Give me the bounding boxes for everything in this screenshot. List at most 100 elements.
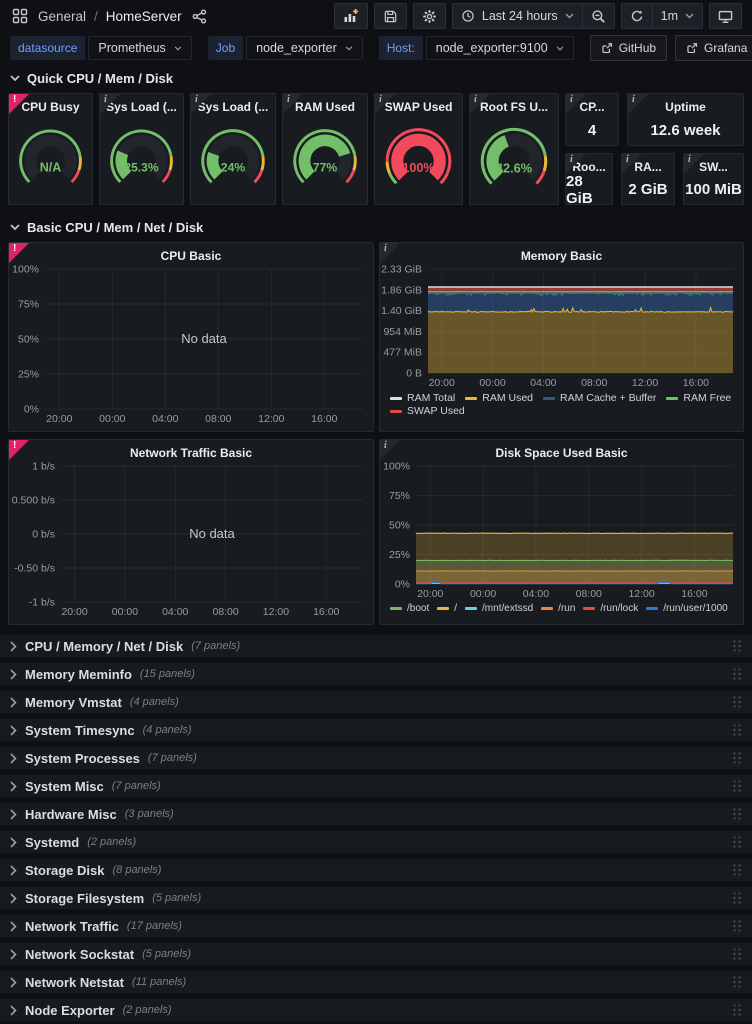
share-icon[interactable] bbox=[190, 7, 209, 26]
panel-error-indicator[interactable]: ! bbox=[9, 94, 31, 116]
panel-info-icon[interactable]: i bbox=[380, 440, 402, 462]
legend-item[interactable]: /run/user/1000 bbox=[646, 603, 728, 614]
row-drag-handle[interactable] bbox=[732, 723, 742, 737]
add-panel-button[interactable] bbox=[333, 3, 368, 29]
row-drag-handle[interactable] bbox=[732, 751, 742, 765]
legend-item[interactable]: SWAP Used bbox=[390, 405, 465, 417]
panel-info-icon[interactable]: i bbox=[380, 243, 402, 265]
refresh-button[interactable] bbox=[620, 3, 653, 29]
panel-info-icon[interactable]: i bbox=[375, 94, 397, 116]
row-drag-handle[interactable] bbox=[732, 779, 742, 793]
legend-item[interactable]: /run/lock bbox=[583, 603, 638, 614]
gauge-value: 100% bbox=[402, 161, 434, 175]
stat-panel: i RA... 2 GiB bbox=[621, 152, 675, 205]
row-drag-handle[interactable] bbox=[732, 807, 742, 821]
datasource-picker[interactable]: Prometheus bbox=[88, 36, 192, 60]
breadcrumb-title[interactable]: HomeServer bbox=[106, 9, 182, 24]
dashboard-row-collapsed[interactable]: Network Netstat (11 panels) bbox=[0, 971, 752, 993]
dashboard-row-collapsed[interactable]: Memory Vmstat (4 panels) bbox=[0, 691, 752, 713]
panel-error-indicator[interactable]: ! bbox=[9, 243, 31, 265]
panel-info-icon[interactable]: i bbox=[566, 94, 588, 116]
chart-plot[interactable]: -1 b/s -0.50 b/s 0 b/s 0.500 b/s 1 b/s 20:00 0… bbox=[9, 460, 373, 620]
chart-plot[interactable]: 0% 25% 50% 75% 100% 20:00 00:00 04:00 08:00 12:00… bbox=[380, 460, 743, 602]
time-range-picker[interactable]: Last 24 hours bbox=[451, 3, 583, 29]
variables-bar: datasource Prometheus Job node_exporter … bbox=[0, 32, 752, 64]
panel-title[interactable]: CPU Basic bbox=[9, 243, 373, 263]
row-title: Storage Disk bbox=[25, 862, 105, 878]
x-axis-label: 00:00 bbox=[99, 413, 125, 425]
apps-grid-icon[interactable] bbox=[10, 6, 30, 26]
legend-item[interactable]: /boot bbox=[390, 603, 429, 614]
dashboard-row-collapsed[interactable]: Hardware Misc (3 panels) bbox=[0, 803, 752, 825]
dashboard-row-collapsed[interactable]: CPU / Memory / Net / Disk (7 panels) bbox=[0, 635, 752, 657]
drag-dots-icon bbox=[733, 808, 741, 820]
row-drag-handle[interactable] bbox=[732, 947, 742, 961]
chart-plot[interactable]: 0% 25% 50% 75% 100% 20:00 00:00 04:00 08:00 12:00… bbox=[9, 263, 373, 427]
panel-info-icon[interactable]: i bbox=[191, 94, 213, 116]
legend-item[interactable]: RAM Used bbox=[465, 392, 533, 404]
panel-info-icon[interactable]: i bbox=[283, 94, 305, 116]
dashboard-row-collapsed[interactable]: System Processes (7 panels) bbox=[0, 747, 752, 769]
panel-title[interactable]: Disk Space Used Basic bbox=[380, 440, 743, 460]
row-drag-handle[interactable] bbox=[732, 1003, 742, 1017]
host-picker[interactable]: node_exporter:9100 bbox=[425, 36, 574, 60]
row-drag-handle[interactable] bbox=[732, 919, 742, 933]
legend-item[interactable]: /run bbox=[541, 603, 575, 614]
refresh-interval-picker[interactable]: 1m bbox=[652, 3, 703, 29]
dashboard-settings-button[interactable] bbox=[412, 3, 446, 29]
legend-item[interactable]: RAM Cache + Buffer bbox=[543, 392, 656, 404]
job-picker[interactable]: node_exporter bbox=[246, 36, 363, 60]
dashboard-row-collapsed[interactable]: Storage Disk (8 panels) bbox=[0, 859, 752, 881]
legend-item[interactable]: /mnt/extssd bbox=[465, 603, 533, 614]
row-drag-handle[interactable] bbox=[732, 639, 742, 653]
panel-info-icon[interactable]: i bbox=[100, 94, 122, 116]
legend-item[interactable]: / bbox=[437, 603, 457, 614]
y-axis-label: 75% bbox=[389, 490, 410, 502]
legend-item[interactable]: RAM Free bbox=[666, 392, 731, 404]
legend-item[interactable]: RAM Total bbox=[390, 392, 455, 404]
breadcrumb-section[interactable]: General bbox=[38, 9, 86, 24]
y-axis-label: 1 b/s bbox=[32, 461, 55, 473]
dashboard-row-collapsed[interactable]: Network Traffic (17 panels) bbox=[0, 915, 752, 937]
row-drag-handle[interactable] bbox=[732, 863, 742, 877]
grafana-link-button[interactable]: Grafana bbox=[675, 35, 752, 61]
panel-info-icon[interactable]: i bbox=[684, 153, 706, 176]
x-axis-label: 20:00 bbox=[46, 413, 72, 425]
chart-plot[interactable]: 0 B 477 MiB 954 MiB 1.40 GiB 1.86 GiB 2.33 Gi… bbox=[380, 263, 743, 391]
panel-info-icon[interactable]: i bbox=[628, 94, 650, 116]
legend-label: SWAP Used bbox=[407, 405, 465, 417]
kiosk-mode-button[interactable] bbox=[709, 3, 742, 29]
gauge-panel: i SWAP Used 100% bbox=[374, 93, 463, 205]
zoom-out-time-button[interactable] bbox=[582, 3, 615, 29]
row-drag-handle[interactable] bbox=[732, 975, 742, 989]
dashboard-row-collapsed[interactable]: Storage Filesystem (5 panels) bbox=[0, 887, 752, 909]
dashboard-row-collapsed[interactable]: Network Sockstat (5 panels) bbox=[0, 943, 752, 965]
row-drag-handle[interactable] bbox=[732, 667, 742, 681]
panel-title[interactable]: Memory Basic bbox=[380, 243, 743, 263]
dashboard-row-collapsed[interactable]: System Timesync (4 panels) bbox=[0, 719, 752, 741]
variable-label: Job bbox=[207, 36, 244, 60]
save-dashboard-button[interactable] bbox=[373, 3, 407, 29]
gauge-panel: i RAM Used 77% bbox=[282, 93, 368, 205]
dashboard-row-collapsed[interactable]: Systemd (2 panels) bbox=[0, 831, 752, 853]
dashboard-row-collapsed[interactable]: Node Exporter (2 panels) bbox=[0, 999, 752, 1021]
dashboard-row-collapsed[interactable]: System Misc (7 panels) bbox=[0, 775, 752, 797]
row-drag-handle[interactable] bbox=[732, 891, 742, 905]
github-link-button[interactable]: GitHub bbox=[589, 35, 668, 61]
gauge: 100% bbox=[385, 128, 452, 185]
panel-info-icon[interactable]: i bbox=[622, 153, 644, 176]
row-title: Systemd bbox=[25, 834, 80, 850]
row-drag-handle[interactable] bbox=[732, 695, 742, 709]
dashboard-row-collapsed[interactable]: Memory Meminfo (15 panels) bbox=[0, 663, 752, 685]
panel-info-icon[interactable]: i bbox=[470, 94, 492, 116]
row-header-quick[interactable]: Quick CPU / Mem / Disk bbox=[0, 64, 752, 91]
panel-title[interactable]: Network Traffic Basic bbox=[9, 440, 373, 460]
row-title: Network Netstat bbox=[25, 974, 124, 990]
row-header-basic[interactable]: Basic CPU / Mem / Net / Disk bbox=[0, 213, 752, 240]
row-panel-count: (5 panels) bbox=[142, 948, 192, 960]
info-icon: i bbox=[379, 94, 382, 105]
row-drag-handle[interactable] bbox=[732, 835, 742, 849]
row-title: Storage Filesystem bbox=[25, 890, 145, 906]
variable-host: Host: node_exporter:9100 bbox=[378, 36, 574, 60]
panel-error-indicator[interactable]: ! bbox=[9, 440, 31, 462]
